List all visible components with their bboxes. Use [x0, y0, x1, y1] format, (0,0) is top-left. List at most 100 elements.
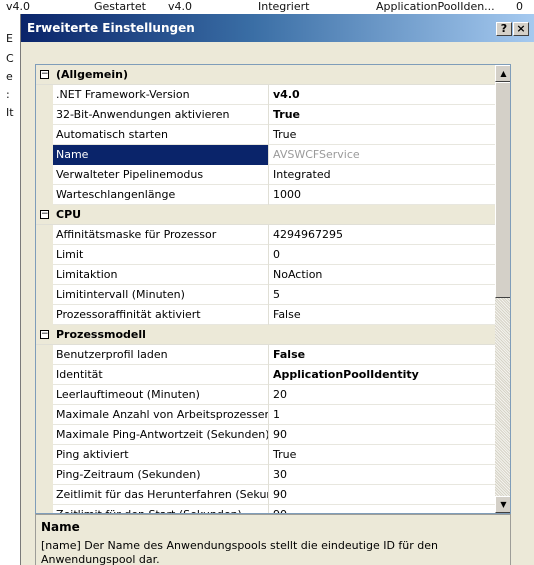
background-list-row: v4.0 Gestartet v4.0 Integriert Applicati…	[0, 0, 534, 14]
property-value[interactable]: 90	[270, 485, 495, 505]
category-header[interactable]: − Prozessmodell	[36, 325, 495, 345]
category-header[interactable]: − (Allgemein)	[36, 65, 495, 85]
property-row[interactable]: Ping aktiviert True	[36, 445, 495, 465]
property-row[interactable]: .NET Framework-Version v4.0	[36, 85, 495, 105]
description-title: Name	[41, 520, 80, 534]
property-name[interactable]: Identität	[53, 365, 269, 385]
property-value[interactable]: ApplicationPoolIdentity	[270, 365, 495, 385]
property-name[interactable]: Zeitlimit für den Start (Sekunden)	[53, 505, 269, 513]
property-name[interactable]: Ping-Zeitraum (Sekunden)	[53, 465, 269, 485]
row-margin	[36, 505, 53, 513]
property-row[interactable]: Maximale Anzahl von Arbeitsprozessen 1	[36, 405, 495, 425]
property-name[interactable]: Zeitlimit für das Herunterfahren (Sekund…	[53, 485, 269, 505]
bg-cell-version: v4.0	[6, 0, 31, 13]
category-label: (Allgemein)	[56, 68, 128, 81]
scroll-down-icon[interactable]: ▼	[495, 496, 510, 513]
property-name[interactable]: Automatisch starten	[53, 125, 269, 145]
row-margin	[36, 105, 53, 125]
property-name[interactable]: Name	[53, 145, 269, 165]
bg-letter: e	[6, 70, 13, 83]
property-name[interactable]: Leerlauftimeout (Minuten)	[53, 385, 269, 405]
property-name[interactable]: Limitintervall (Minuten)	[53, 285, 269, 305]
property-name[interactable]: Benutzerprofil laden	[53, 345, 269, 365]
property-row[interactable]: Prozessoraffinität aktiviert False	[36, 305, 495, 325]
property-value[interactable]: 4294967295	[270, 225, 495, 245]
property-name[interactable]: 32-Bit-Anwendungen aktivieren	[53, 105, 269, 125]
property-value[interactable]: 20	[270, 385, 495, 405]
property-name[interactable]: Limit	[53, 245, 269, 265]
row-margin	[36, 85, 53, 105]
property-name[interactable]: Maximale Ping-Antwortzeit (Sekunden)	[53, 425, 269, 445]
row-margin	[36, 145, 53, 165]
property-value[interactable]: 1	[270, 405, 495, 425]
category-label: CPU	[56, 208, 82, 221]
property-row[interactable]: 32-Bit-Anwendungen aktivieren True	[36, 105, 495, 125]
advanced-settings-dialog: Erweiterte Einstellungen ? × − (Allgemein…	[20, 14, 534, 565]
row-margin	[36, 165, 53, 185]
property-row[interactable]: Verwalteter Pipelinemodus Integrated	[36, 165, 495, 185]
property-row[interactable]: Limitaktion NoAction	[36, 265, 495, 285]
property-row[interactable]: Warteschlangenlänge 1000	[36, 185, 495, 205]
property-name[interactable]: Warteschlangenlänge	[53, 185, 269, 205]
property-value[interactable]: NoAction	[270, 265, 495, 285]
property-value[interactable]: False	[270, 345, 495, 365]
property-row[interactable]: Leerlauftimeout (Minuten) 20	[36, 385, 495, 405]
property-name[interactable]: Maximale Anzahl von Arbeitsprozessen	[53, 405, 269, 425]
property-name[interactable]: .NET Framework-Version	[53, 85, 269, 105]
bg-letter: E	[6, 32, 13, 45]
property-row[interactable]: Zeitlimit für den Start (Sekunden)90	[36, 505, 495, 513]
dialog-titlebar[interactable]: Erweiterte Einstellungen ? ×	[21, 14, 534, 42]
bg-letter: :	[6, 88, 10, 101]
property-row[interactable]: Ping-Zeitraum (Sekunden) 30	[36, 465, 495, 485]
scrollbar-thumb[interactable]	[495, 82, 510, 298]
property-row[interactable]: Limit 0	[36, 245, 495, 265]
property-value[interactable]: False	[270, 305, 495, 325]
property-row[interactable]: Automatisch starten True	[36, 125, 495, 145]
property-value[interactable]: Integrated	[270, 165, 495, 185]
help-button[interactable]: ?	[496, 22, 512, 36]
property-value[interactable]: True	[270, 125, 495, 145]
row-margin	[36, 345, 53, 365]
property-value[interactable]: 1000	[270, 185, 495, 205]
row-margin	[36, 485, 53, 505]
property-name[interactable]: Prozessoraffinität aktiviert	[53, 305, 269, 325]
property-row[interactable]: Affinitätsmaske für Prozessor 4294967295	[36, 225, 495, 245]
property-row[interactable]: Limitintervall (Minuten) 5	[36, 285, 495, 305]
property-row[interactable]: Name AVSWCFService	[36, 145, 495, 165]
property-name[interactable]: Limitaktion	[53, 265, 269, 285]
property-value[interactable]: 90	[270, 505, 495, 513]
row-margin	[36, 125, 53, 145]
property-value[interactable]: 30	[270, 465, 495, 485]
property-row[interactable]: Benutzerprofil laden False	[36, 345, 495, 365]
close-button[interactable]: ×	[513, 22, 529, 36]
scroll-up-icon[interactable]: ▲	[495, 65, 510, 82]
property-value[interactable]: AVSWCFService	[270, 145, 495, 165]
collapse-icon[interactable]: −	[40, 330, 49, 339]
collapse-icon[interactable]: −	[40, 70, 49, 79]
property-name[interactable]: Affinitätsmaske für Prozessor	[53, 225, 269, 245]
row-margin	[36, 365, 53, 385]
row-margin	[36, 225, 53, 245]
category-header[interactable]: − CPU	[36, 205, 495, 225]
description-text: [name] Der Name des Anwendungspools stel…	[41, 539, 439, 565]
property-value[interactable]: 5	[270, 285, 495, 305]
row-margin	[36, 385, 53, 405]
vertical-scrollbar[interactable]: ▲ ▼	[495, 65, 510, 513]
property-value[interactable]: 90	[270, 425, 495, 445]
property-name[interactable]: Ping aktiviert	[53, 445, 269, 465]
row-margin	[36, 245, 53, 265]
property-row[interactable]: Zeitlimit für das Herunterfahren (Sekund…	[36, 485, 495, 505]
row-margin	[36, 405, 53, 425]
row-margin	[36, 445, 53, 465]
bg-cell-identity: ApplicationPoolIden...	[376, 0, 495, 13]
property-name[interactable]: Verwalteter Pipelinemodus	[53, 165, 269, 185]
property-value[interactable]: True	[270, 105, 495, 125]
row-margin	[36, 285, 53, 305]
property-value[interactable]: True	[270, 445, 495, 465]
dialog-title: Erweiterte Einstellungen	[27, 21, 195, 35]
property-row[interactable]: Identität ApplicationPoolIdentity	[36, 365, 495, 385]
property-row[interactable]: Maximale Ping-Antwortzeit (Sekunden) 90	[36, 425, 495, 445]
property-value[interactable]: v4.0	[270, 85, 495, 105]
property-value[interactable]: 0	[270, 245, 495, 265]
collapse-icon[interactable]: −	[40, 210, 49, 219]
